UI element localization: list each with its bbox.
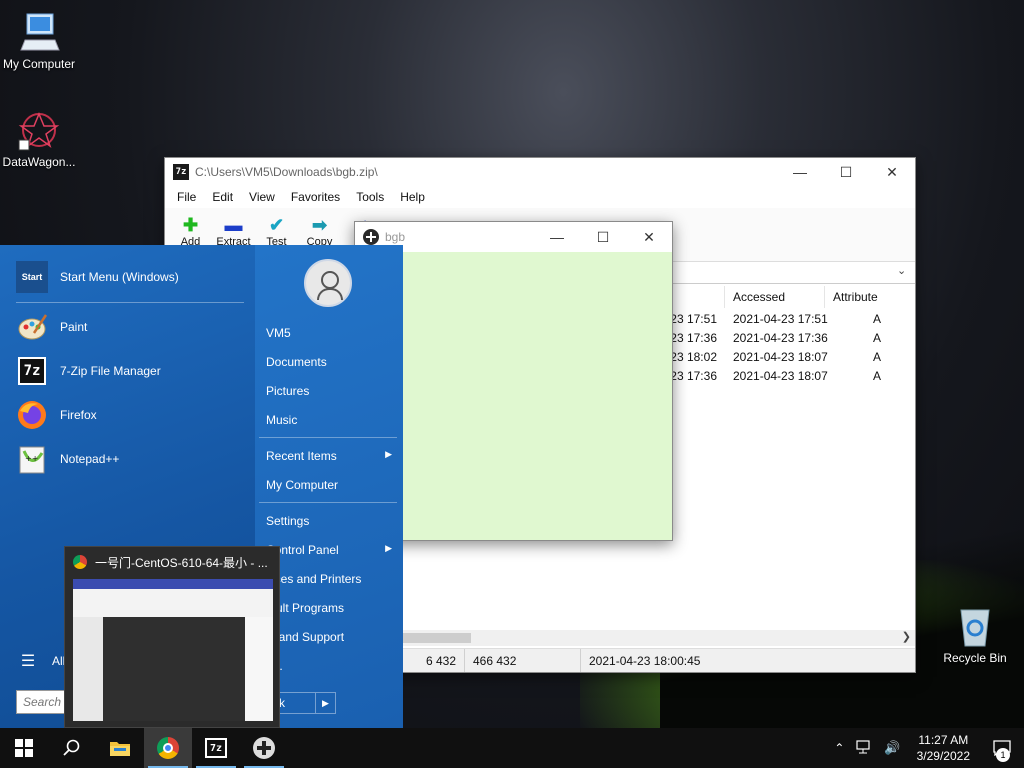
7zip-icon: 7z [16, 355, 48, 387]
desktop-icon-my-computer[interactable]: My Computer [0, 10, 78, 71]
start-button[interactable] [0, 728, 48, 768]
desktop-icon-label: DataWagon... [2, 155, 76, 169]
desktop-icon-datawagon[interactable]: DataWagon... [0, 108, 78, 169]
arrow-right-icon: ➡ [311, 214, 328, 235]
divider [259, 437, 397, 438]
network-icon[interactable] [850, 739, 878, 757]
chrome-icon [73, 555, 87, 569]
clock-time: 11:27 AM [918, 733, 969, 747]
chevron-right-icon[interactable]: ❯ [902, 630, 911, 643]
gamepad-icon [253, 737, 275, 759]
menu-edit[interactable]: Edit [204, 190, 241, 204]
bgb-window-title: bgb [385, 230, 406, 244]
start-link-settings[interactable]: Settings [266, 514, 396, 528]
taskbar-7zip[interactable]: 7z [192, 728, 240, 768]
close-button[interactable]: ✕ [869, 158, 915, 186]
start-link-pictures[interactable]: Pictures [266, 384, 396, 398]
menu-tools[interactable]: Tools [348, 190, 392, 204]
start-link-documents[interactable]: Documents [266, 355, 396, 369]
start-link-default-programs[interactable]: fault Programs [266, 601, 396, 615]
column-accessed[interactable]: Accessed [725, 286, 825, 308]
preview-title: 一号门-CentOS-610-64-最小 - ... [65, 547, 279, 577]
check-icon: ✔ [268, 214, 285, 235]
list-icon: ☰ [20, 653, 36, 670]
start-app-firefox[interactable]: Firefox [16, 399, 97, 431]
start-link-help[interactable]: lp and Support [266, 630, 396, 644]
notification-badge: 1 [996, 748, 1010, 762]
start-link-recent-items[interactable]: Recent Items ▶ [266, 449, 396, 463]
paint-icon [16, 311, 48, 343]
status-date: 2021-04-23 18:00:45 [589, 653, 701, 668]
start-link-music[interactable]: Music [266, 413, 396, 427]
add-button[interactable]: ✚ Add [169, 214, 212, 249]
maximize-button[interactable]: ☐ [823, 158, 869, 186]
maximize-button[interactable]: ☐ [580, 222, 626, 252]
close-button[interactable]: ✕ [626, 222, 672, 252]
divider [259, 502, 397, 503]
start-app-7zip[interactable]: 7z 7-Zip File Manager [16, 355, 161, 387]
taskbar-file-explorer[interactable] [96, 728, 144, 768]
taskbar-bgb[interactable] [240, 728, 288, 768]
desktop-icon-label: My Computer [2, 57, 76, 71]
zip-window-title: C:\Users\VM5\Downloads\bgb.zip\ [195, 165, 378, 179]
desktop-icon-label: Recycle Bin [943, 651, 1007, 665]
minimize-button[interactable]: — [777, 158, 823, 186]
start-link-devices[interactable]: vices and Printers [266, 572, 396, 586]
all-programs-button[interactable]: ☰ All [16, 645, 66, 677]
gamepad-icon [363, 229, 379, 245]
extract-button[interactable]: ▬ Extract [212, 214, 255, 249]
chevron-right-icon: ▶ [385, 449, 392, 459]
minimize-button[interactable]: — [534, 222, 580, 252]
windows-icon [15, 739, 33, 757]
copy-button[interactable]: ➡ Copy [298, 214, 341, 249]
recycle-bin-icon [953, 604, 997, 648]
zip-titlebar[interactable]: 7z C:\Users\VM5\Downloads\bgb.zip\ — ☐ ✕ [165, 158, 915, 186]
menu-help[interactable]: Help [392, 190, 433, 204]
start-link-my-computer[interactable]: My Computer [266, 478, 396, 492]
start-logo-icon: Start [16, 261, 48, 293]
start-app-paint[interactable]: Paint [16, 311, 87, 343]
system-tray: ⌃ 🔊 11:27 AM 3/29/2022 1 [828, 728, 1024, 768]
menu-file[interactable]: File [169, 190, 204, 204]
chrome-icon [157, 737, 179, 759]
start-link-control-panel[interactable]: Control Panel ▶ [266, 543, 396, 557]
menu-favorites[interactable]: Favorites [283, 190, 348, 204]
7zip-icon: 7z [173, 164, 189, 180]
computer-icon [17, 10, 61, 54]
test-button[interactable]: ✔ Test [255, 214, 298, 249]
chevron-up-icon[interactable]: ⌃ [828, 741, 850, 755]
minus-icon: ▬ [224, 214, 243, 235]
folder-icon [110, 742, 130, 756]
start-link-user[interactable]: VM5 [266, 326, 396, 340]
taskbar-preview[interactable]: 一号门-CentOS-610-64-最小 - ... [64, 546, 280, 728]
start-app-notepadpp[interactable]: ++ Notepad++ [16, 443, 119, 475]
desktop-icon-recycle-bin[interactable]: Recycle Bin [936, 604, 1014, 665]
zip-menubar: File Edit View Favorites Tools Help [165, 186, 915, 208]
clock[interactable]: 11:27 AM 3/29/2022 [907, 732, 980, 764]
start-menu-header[interactable]: Start Start Menu (Windows) [16, 261, 179, 293]
chevron-down-icon[interactable]: ⌄ [897, 264, 913, 282]
menu-view[interactable]: View [241, 190, 283, 204]
svg-text:++: ++ [25, 454, 38, 463]
clock-date: 3/29/2022 [916, 749, 970, 763]
speaker-icon[interactable]: 🔊 [878, 740, 906, 756]
taskbar-chrome[interactable] [144, 728, 192, 768]
chevron-right-icon: ▶ [385, 543, 392, 553]
notepadpp-icon: ++ [16, 443, 48, 475]
chevron-right-icon[interactable]: ▶ [315, 693, 335, 713]
action-center-button[interactable]: 1 [980, 728, 1024, 768]
datawagon-icon [17, 108, 61, 152]
status-packed: 466 432 [465, 649, 581, 672]
7zip-icon: 7z [205, 738, 227, 758]
search-icon [63, 739, 80, 756]
firefox-icon [16, 399, 48, 431]
divider [16, 302, 244, 303]
preview-thumbnail [73, 579, 273, 721]
plus-icon: ✚ [182, 214, 199, 235]
column-attribute[interactable]: Attribute [825, 286, 915, 308]
search-button[interactable] [48, 728, 96, 768]
taskbar: 7z ⌃ 🔊 11:27 AM 3/29/2022 1 [0, 728, 1024, 768]
user-avatar[interactable] [304, 259, 352, 307]
start-link-run[interactable]: n... [266, 659, 396, 673]
